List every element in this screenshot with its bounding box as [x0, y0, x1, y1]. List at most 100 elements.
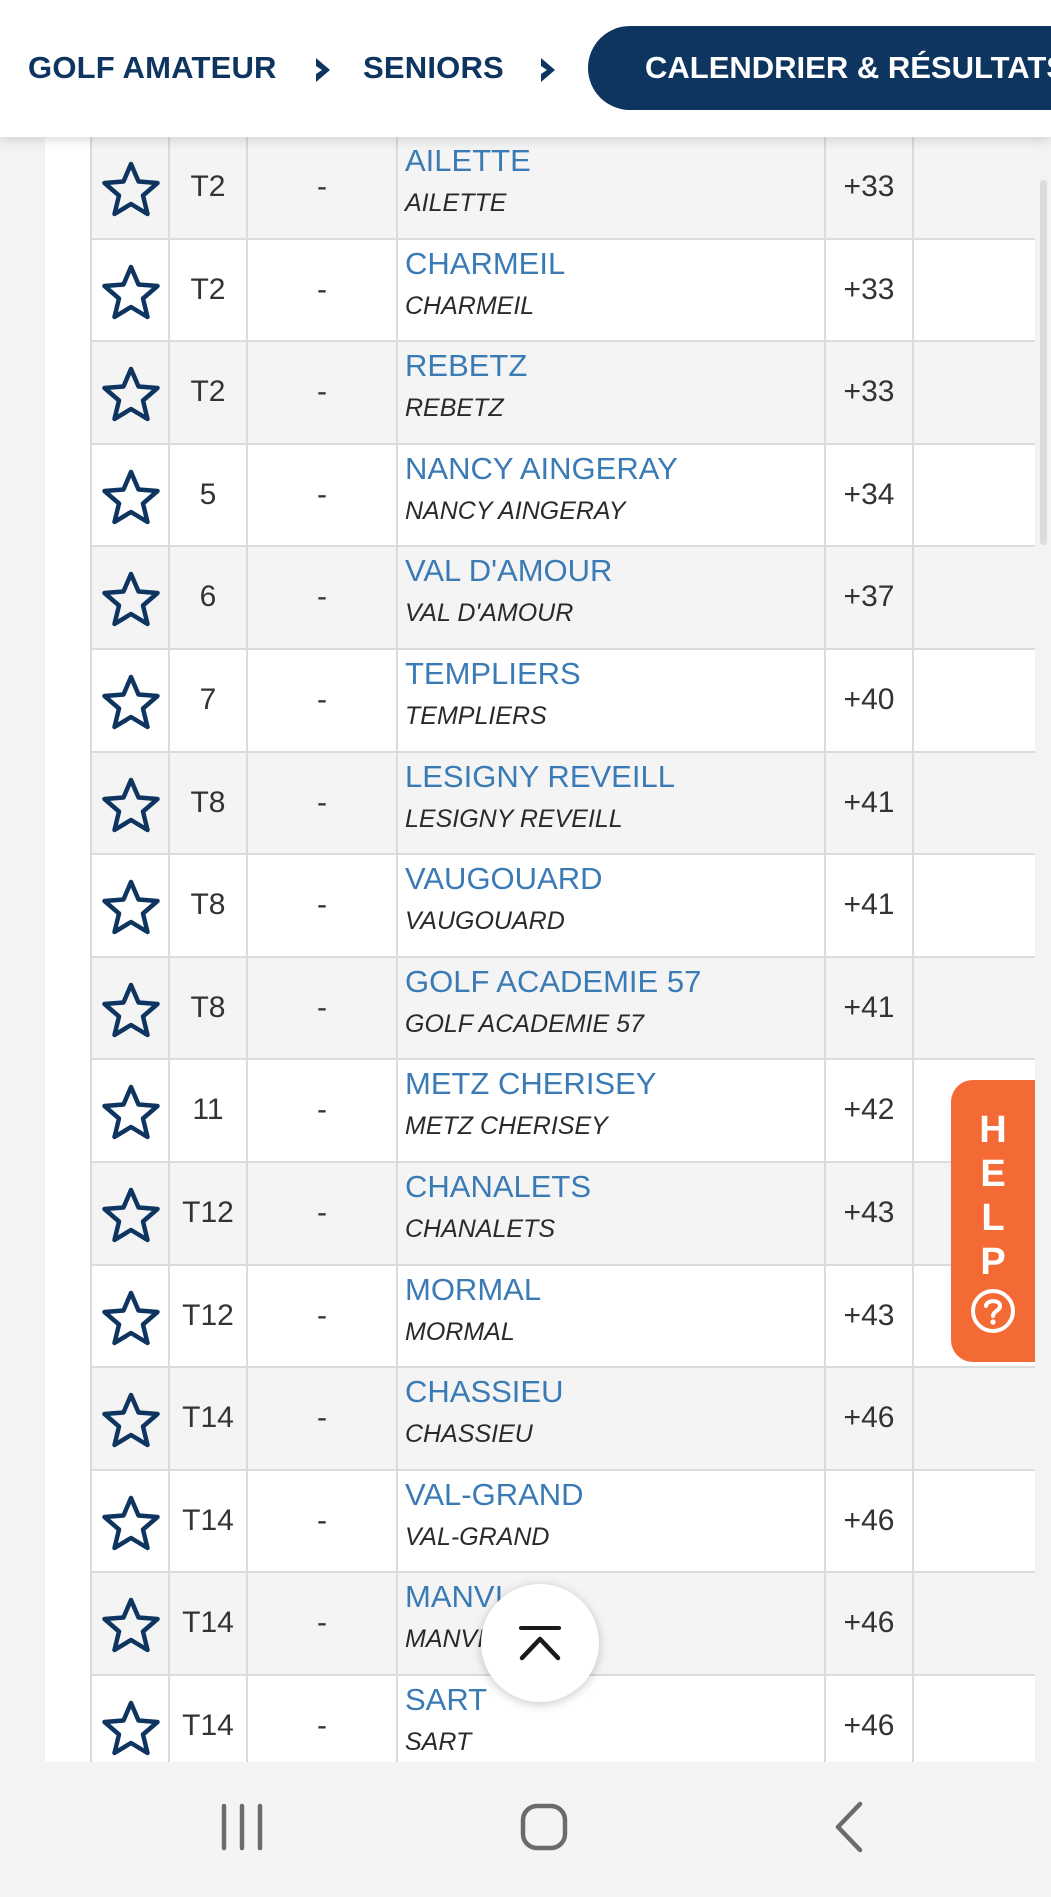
team-name-link[interactable]: MORMAL — [405, 1270, 541, 1310]
score-cell: +46 — [826, 1368, 914, 1469]
favorite-cell — [92, 1265, 170, 1367]
position-cell: 6 — [170, 547, 248, 648]
dash-text: - — [317, 375, 327, 409]
star-icon[interactable] — [100, 980, 162, 1042]
team-name-link[interactable]: MANVI — [405, 1577, 503, 1617]
table-row: T14 - VAL-GRAND VAL-GRAND +46 — [92, 1470, 1035, 1574]
help-letter: H — [979, 1109, 1007, 1151]
position-cell: 11 — [170, 1060, 248, 1161]
team-name-link[interactable]: CHARMEIL — [405, 244, 565, 284]
star-icon[interactable] — [100, 877, 162, 939]
table-row: T14 - CHASSIEU CHASSIEU +46 — [92, 1368, 1035, 1471]
star-icon[interactable] — [100, 672, 162, 734]
team-name-link[interactable]: REBETZ — [405, 346, 527, 386]
table-row: T2 - CHARMEIL CHARMEIL +33 — [92, 239, 1035, 343]
empty-cell: - — [248, 855, 398, 956]
position-cell: T2 — [170, 137, 248, 238]
team-name-link[interactable]: GOLF ACADEMIE 57 — [405, 962, 701, 1002]
position-text: T2 — [190, 272, 226, 306]
name-cell: SART SART — [398, 1675, 826, 1762]
empty-cell: - — [248, 1162, 398, 1264]
position-text: T8 — [190, 990, 226, 1024]
empty-cell: - — [248, 1265, 398, 1367]
team-name-link[interactable]: AILETTE — [405, 141, 531, 181]
star-icon[interactable] — [100, 1288, 162, 1350]
dash-text: - — [317, 1708, 327, 1742]
star-icon[interactable] — [100, 1595, 162, 1657]
results-table: T2 - AILETTE AILETTE +33 T2 - CHARMEIL CHARMEIL +… — [90, 137, 1035, 1762]
team-name-link[interactable]: VAL D'AMOUR — [405, 551, 612, 591]
name-cell: CHARMEIL CHARMEIL — [398, 239, 826, 341]
score-cell: +33 — [826, 342, 914, 443]
club-name: VAUGOUARD — [405, 907, 565, 936]
recent-apps-icon[interactable] — [202, 1792, 282, 1862]
team-name-link[interactable]: VAL-GRAND — [405, 1475, 584, 1515]
favorite-cell — [92, 342, 170, 443]
position-text: 7 — [199, 682, 217, 716]
empty-cell: - — [248, 752, 398, 854]
empty-cell: - — [248, 1675, 398, 1762]
star-icon[interactable] — [100, 364, 162, 426]
dash-text: - — [317, 1195, 327, 1229]
score-text: +33 — [843, 375, 895, 409]
help-button[interactable]: H E L P — [951, 1080, 1035, 1362]
name-cell: METZ CHERISEY METZ CHERISEY — [398, 1060, 826, 1161]
score-text: +46 — [843, 1606, 895, 1640]
club-name: NANCY AINGERAY — [405, 496, 626, 525]
chevron-right-icon — [316, 58, 330, 82]
scrollbar[interactable] — [1040, 180, 1047, 545]
crumb-golf-amateur[interactable]: GOLF AMATEUR — [28, 48, 277, 88]
home-icon[interactable] — [504, 1792, 584, 1862]
position-cell: T14 — [170, 1573, 248, 1674]
extra-cell — [914, 650, 1035, 751]
star-icon[interactable] — [100, 775, 162, 837]
star-icon[interactable] — [100, 467, 162, 529]
dash-text: - — [317, 580, 327, 614]
name-cell: CHASSIEU CHASSIEU — [398, 1368, 826, 1469]
table-row: T2 - AILETTE AILETTE +33 — [92, 137, 1035, 240]
dash-text: - — [317, 1401, 327, 1435]
club-name: SART — [405, 1727, 472, 1756]
empty-cell: - — [248, 1368, 398, 1469]
team-name-link[interactable]: CHANALETS — [405, 1167, 591, 1207]
favorite-cell — [92, 1162, 170, 1264]
empty-cell: - — [248, 137, 398, 238]
favorite-cell — [92, 752, 170, 854]
star-icon[interactable] — [100, 1698, 162, 1760]
star-icon[interactable] — [100, 569, 162, 631]
team-name-link[interactable]: VAUGOUARD — [405, 859, 603, 899]
empty-cell: - — [248, 444, 398, 546]
club-name: GOLF ACADEMIE 57 — [405, 1009, 644, 1038]
favorite-cell — [92, 1368, 170, 1469]
extra-cell — [914, 753, 1035, 854]
score-text: +37 — [843, 580, 895, 614]
star-icon[interactable] — [100, 159, 162, 221]
dash-text: - — [317, 272, 327, 306]
back-icon[interactable] — [808, 1792, 888, 1862]
favorite-cell — [92, 1060, 170, 1161]
star-icon[interactable] — [100, 1390, 162, 1452]
star-icon[interactable] — [100, 1082, 162, 1144]
crumb-calendrier-resultats[interactable]: CALENDRIER & RÉSULTATS — [588, 26, 1051, 110]
score-text: +43 — [843, 1195, 895, 1229]
position-text: T8 — [190, 888, 226, 922]
extra-cell — [914, 137, 1035, 238]
team-name-link[interactable]: NANCY AINGERAY — [405, 449, 678, 489]
team-name-link[interactable]: TEMPLIERS — [405, 654, 581, 694]
club-name: CHARMEIL — [405, 291, 535, 320]
table-row: T12 - CHANALETS CHANALETS +43 — [92, 1162, 1035, 1266]
star-icon[interactable] — [100, 1493, 162, 1555]
star-icon[interactable] — [100, 262, 162, 324]
team-name-link[interactable]: METZ CHERISEY — [405, 1064, 656, 1104]
favorite-cell — [92, 1675, 170, 1762]
score-cell: +33 — [826, 137, 914, 238]
table-row: T2 - REBETZ REBETZ +33 — [92, 342, 1035, 445]
scroll-to-top-button[interactable] — [481, 1584, 599, 1702]
team-name-link[interactable]: CHASSIEU — [405, 1372, 563, 1412]
empty-cell: - — [248, 957, 398, 1059]
score-cell: +43 — [826, 1162, 914, 1264]
team-name-link[interactable]: SART — [405, 1680, 487, 1720]
crumb-seniors[interactable]: SENIORS — [363, 48, 504, 88]
team-name-link[interactable]: LESIGNY REVEILL — [405, 757, 675, 797]
star-icon[interactable] — [100, 1185, 162, 1247]
